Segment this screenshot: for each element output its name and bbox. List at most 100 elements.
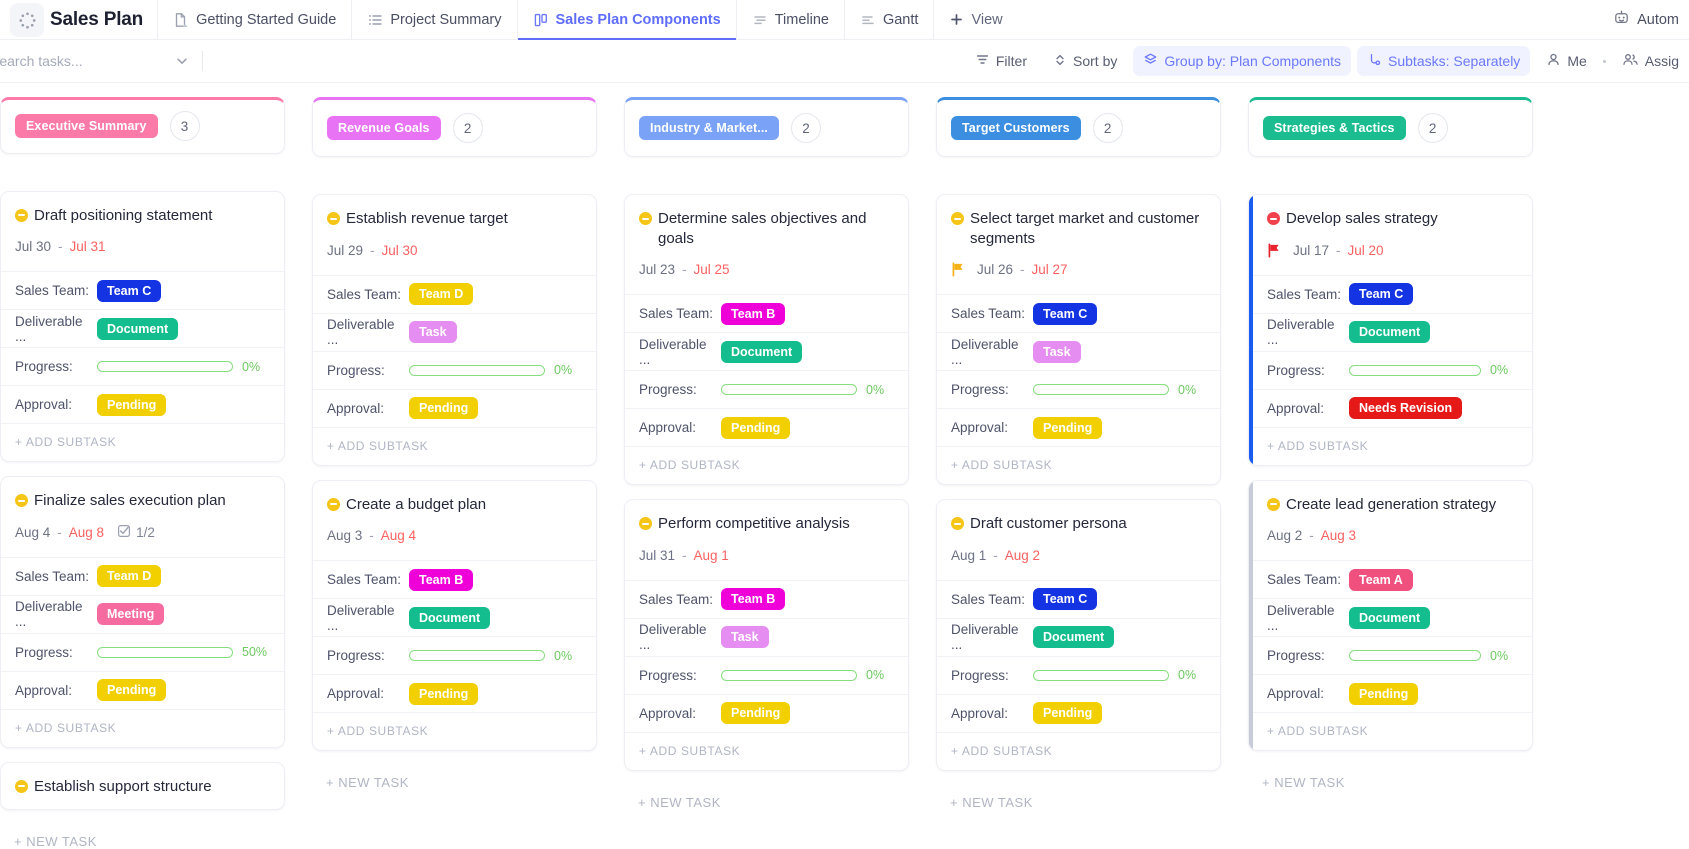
due-date[interactable]: Aug 1: [694, 548, 729, 563]
progress-bar-wrap[interactable]: 0%: [721, 383, 894, 397]
field-value-tag[interactable]: Document: [97, 317, 179, 340]
search-input[interactable]: [0, 53, 168, 69]
chevron-down-icon[interactable]: [168, 51, 196, 71]
add-subtask-button[interactable]: + ADD SUBTASK: [937, 446, 1220, 484]
due-date[interactable]: Aug 4: [381, 528, 416, 543]
progress-bar-wrap[interactable]: 0%: [1349, 363, 1518, 377]
task-card[interactable]: Select target market and customer segmen…: [936, 194, 1221, 485]
field-value-tag[interactable]: Task: [1033, 340, 1081, 363]
task-card[interactable]: Draft customer persona Aug 1- Aug 2 Sales T…: [936, 499, 1221, 771]
field-value-tag[interactable]: Team B: [721, 588, 786, 610]
start-date[interactable]: Aug 4: [15, 525, 50, 540]
group-by-button[interactable]: Group by: Plan Components: [1133, 46, 1352, 76]
start-date[interactable]: Jul 26: [977, 262, 1013, 277]
field-value-tag[interactable]: Task: [409, 321, 457, 343]
approval-status-tag[interactable]: Pending: [97, 393, 167, 416]
due-date[interactable]: Aug 3: [1321, 528, 1356, 543]
progress-bar-track[interactable]: [409, 364, 545, 376]
tab-getting-started-guide[interactable]: Getting Started Guide: [157, 0, 351, 39]
new-task-button[interactable]: + NEW TASK: [1248, 765, 1533, 790]
field-value-tag[interactable]: Team B: [721, 302, 786, 325]
status-dot-icon[interactable]: [15, 208, 28, 222]
status-dot-icon[interactable]: [1267, 497, 1280, 511]
due-date[interactable]: Jul 30: [382, 243, 418, 258]
field-value-tag[interactable]: Team C: [1349, 283, 1414, 305]
field-value-tag[interactable]: Team B: [409, 568, 474, 591]
add-subtask-button[interactable]: + ADD SUBTASK: [1, 423, 284, 461]
status-dot-icon[interactable]: [951, 212, 964, 225]
field-value-tag[interactable]: Team D: [409, 283, 474, 305]
sort-button[interactable]: Sort by: [1043, 47, 1127, 76]
add-subtask-button[interactable]: + ADD SUBTASK: [625, 731, 908, 770]
progress-bar-track[interactable]: [1033, 384, 1169, 395]
field-value-tag[interactable]: Document: [1349, 321, 1431, 343]
column-name-pill[interactable]: Revenue Goals: [327, 116, 441, 140]
approval-status-tag[interactable]: Pending: [1033, 702, 1103, 724]
start-date[interactable]: Jul 29: [327, 243, 363, 258]
progress-bar-track[interactable]: [1349, 364, 1481, 376]
approval-status-tag[interactable]: Pending: [97, 679, 167, 701]
task-card[interactable]: Establish revenue target Jul 29- Jul 30 Sal…: [312, 194, 597, 466]
start-date[interactable]: Jul 23: [639, 262, 675, 277]
progress-bar-wrap[interactable]: 0%: [1349, 649, 1518, 663]
progress-bar-track[interactable]: [409, 650, 545, 661]
start-date[interactable]: Jul 31: [639, 548, 675, 563]
progress-bar-wrap[interactable]: 0%: [1033, 668, 1206, 682]
task-card[interactable]: Perform competitive analysis Jul 31- Aug 1…: [624, 499, 909, 771]
column-name-pill[interactable]: Strategies & Tactics: [1263, 116, 1406, 140]
subtasks-button[interactable]: Subtasks: Separately: [1357, 46, 1531, 76]
status-dot-icon[interactable]: [639, 517, 652, 530]
approval-status-tag[interactable]: Pending: [721, 702, 791, 724]
field-value-tag[interactable]: Team C: [97, 279, 162, 302]
field-value-tag[interactable]: Team C: [1033, 302, 1098, 325]
progress-bar-track[interactable]: [721, 384, 857, 395]
status-dot-icon[interactable]: [15, 779, 28, 793]
task-card[interactable]: Develop sales strategy Jul 17- Jul 20 Sales…: [1248, 194, 1533, 466]
automations-button[interactable]: Autom: [1601, 3, 1689, 36]
task-card[interactable]: Determine sales objectives and goals Jul …: [624, 194, 909, 485]
progress-bar-track[interactable]: [97, 646, 233, 658]
field-value-tag[interactable]: Team D: [97, 565, 162, 587]
progress-bar-wrap[interactable]: 0%: [97, 360, 270, 374]
field-value-tag[interactable]: Meeting: [97, 603, 165, 625]
approval-status-tag[interactable]: Pending: [409, 682, 479, 705]
approval-status-tag[interactable]: Pending: [1349, 682, 1419, 705]
due-date[interactable]: Aug 2: [1005, 548, 1040, 563]
add-view-button[interactable]: View: [933, 0, 1017, 39]
column-name-pill[interactable]: Industry & Market...: [639, 116, 779, 140]
task-card[interactable]: Finalize sales execution plan Aug 4- Aug 8…: [0, 476, 285, 748]
priority-flag-icon[interactable]: [951, 262, 965, 277]
new-task-button[interactable]: + NEW TASK: [312, 765, 597, 790]
field-value-tag[interactable]: Document: [1349, 606, 1431, 629]
field-value-tag[interactable]: Team C: [1033, 588, 1098, 610]
new-task-button[interactable]: + NEW TASK: [936, 785, 1221, 810]
progress-bar-track[interactable]: [1033, 669, 1169, 681]
approval-status-tag[interactable]: Pending: [409, 397, 479, 419]
add-subtask-button[interactable]: + ADD SUBTASK: [625, 446, 908, 484]
add-subtask-button[interactable]: + ADD SUBTASK: [1249, 426, 1532, 465]
due-date[interactable]: Aug 8: [69, 525, 104, 540]
add-subtask-button[interactable]: + ADD SUBTASK: [937, 731, 1220, 770]
new-task-button[interactable]: + NEW TASK: [0, 824, 285, 849]
tab-gantt[interactable]: Gantt: [843, 0, 933, 39]
start-date[interactable]: Jul 30: [15, 239, 51, 254]
field-value-tag[interactable]: Document: [409, 606, 491, 629]
task-card[interactable]: Create a budget plan Aug 3- Aug 4 Sales Tea…: [312, 479, 597, 751]
filter-button[interactable]: Filter: [965, 46, 1037, 76]
due-date[interactable]: Jul 31: [70, 239, 106, 254]
field-value-tag[interactable]: Team A: [1349, 568, 1413, 591]
column-header[interactable]: Industry & Market... 2: [624, 97, 909, 157]
column-name-pill[interactable]: Executive Summary: [15, 114, 158, 139]
progress-bar-track[interactable]: [721, 669, 857, 681]
due-date[interactable]: Jul 27: [1032, 262, 1068, 277]
task-card[interactable]: Draft positioning statement Jul 30- Jul 31…: [0, 190, 285, 462]
progress-bar-wrap[interactable]: 0%: [409, 649, 582, 663]
column-header[interactable]: Strategies & Tactics 2: [1248, 97, 1533, 157]
me-filter-button[interactable]: Me: [1536, 46, 1596, 76]
tab-timeline[interactable]: Timeline: [735, 0, 844, 39]
tab-project-summary[interactable]: Project Summary: [351, 0, 516, 39]
progress-bar-track[interactable]: [97, 361, 233, 372]
task-card[interactable]: Create lead generation strategy Aug 2- Aug…: [1248, 479, 1533, 751]
column-name-pill[interactable]: Target Customers: [951, 116, 1081, 140]
due-date[interactable]: Jul 25: [694, 262, 730, 277]
